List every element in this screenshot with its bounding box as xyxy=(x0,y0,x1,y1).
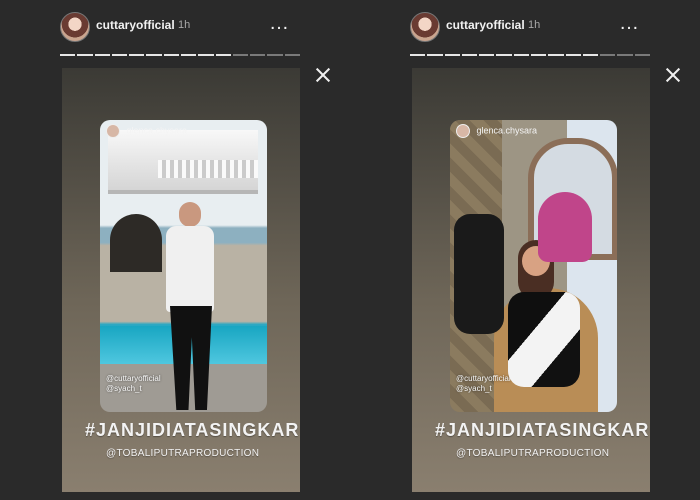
source-user-tag[interactable]: glenca.chysara xyxy=(456,124,537,138)
progress-segment xyxy=(94,54,110,56)
photo-tags: @cuttaryofficial @syach_t xyxy=(106,374,161,394)
progress-segment xyxy=(129,54,145,56)
profile-avatar[interactable] xyxy=(60,12,90,42)
story-content[interactable]: glenca.chysara @cuttaryofficial @syach_t… xyxy=(62,68,300,492)
mini-avatar xyxy=(456,124,470,138)
tag-2[interactable]: @syach_t xyxy=(456,384,511,394)
reposted-photo: glenca.chysara @cuttaryofficial @syach_t xyxy=(100,120,267,412)
close-icon[interactable] xyxy=(664,66,682,84)
progress-segment xyxy=(146,54,162,56)
man-head xyxy=(179,202,201,227)
progress-segment xyxy=(582,54,599,56)
progress-segment xyxy=(215,54,231,56)
progress-segment xyxy=(513,54,529,56)
progress-segment xyxy=(600,54,616,56)
progress-segment xyxy=(180,54,197,56)
close-icon[interactable] xyxy=(314,66,332,84)
progress-segment xyxy=(634,54,650,56)
progress-segment xyxy=(77,54,93,56)
progress-segment xyxy=(427,54,443,56)
progress-segment xyxy=(111,54,128,56)
post-time: 1h xyxy=(178,19,191,31)
story-panel-right: cuttaryofficial 1h … glenca.chysara @cut… xyxy=(350,0,700,500)
more-options-icon[interactable]: … xyxy=(269,13,290,33)
progress-segment xyxy=(250,54,266,56)
progress-segment xyxy=(461,54,478,56)
progress-segment xyxy=(198,54,214,56)
story-panel-left: cuttaryofficial 1h … glenca.chysara @cut… xyxy=(0,0,350,500)
story-hashtag[interactable]: #JANJIDIATASINGKAR xyxy=(435,420,648,441)
progress-segment xyxy=(565,54,581,56)
story-header: cuttaryofficial 1h … xyxy=(410,12,652,44)
progress-segment xyxy=(60,54,76,56)
progress-segment xyxy=(410,54,426,56)
progress-segment xyxy=(479,54,495,56)
tag-1[interactable]: @cuttaryofficial xyxy=(456,374,511,384)
woman-hijab xyxy=(538,192,592,262)
man-shirt xyxy=(166,226,214,312)
progress-segment xyxy=(284,54,300,56)
stylist xyxy=(454,214,504,334)
tag-1[interactable]: @cuttaryofficial xyxy=(106,374,161,384)
story-progress-bar xyxy=(60,54,300,56)
more-options-icon[interactable]: … xyxy=(619,13,640,33)
photo-tags: @cuttaryofficial @syach_t xyxy=(456,374,511,394)
story-content[interactable]: glenca.chysara @cuttaryofficial @syach_t… xyxy=(412,68,650,492)
woman-dress xyxy=(508,292,580,387)
story-header: cuttaryofficial 1h … xyxy=(60,12,302,44)
progress-segment xyxy=(444,54,460,56)
tag-2[interactable]: @syach_t xyxy=(106,384,161,394)
progress-segment xyxy=(496,54,512,56)
production-mention[interactable]: @TOBALIPUTRAPRODUCTION xyxy=(106,448,259,459)
production-mention[interactable]: @TOBALIPUTRAPRODUCTION xyxy=(456,448,609,459)
username[interactable]: cuttaryofficial xyxy=(96,18,175,32)
profile-avatar[interactable] xyxy=(410,12,440,42)
story-progress-bar xyxy=(410,54,650,56)
source-user-tag[interactable]: glenca.chysara xyxy=(106,124,187,138)
post-time: 1h xyxy=(528,19,541,31)
progress-segment xyxy=(530,54,547,56)
archway xyxy=(110,214,162,272)
progress-segment xyxy=(232,54,249,56)
progress-segment xyxy=(267,54,283,56)
balcony-railing xyxy=(158,160,258,178)
username[interactable]: cuttaryofficial xyxy=(446,18,525,32)
progress-segment xyxy=(617,54,633,56)
reposted-photo: glenca.chysara @cuttaryofficial @syach_t xyxy=(450,120,617,412)
progress-segment xyxy=(548,54,564,56)
story-hashtag[interactable]: #JANJIDIATASINGKAR xyxy=(85,420,298,441)
source-username: glenca.chysara xyxy=(476,125,538,136)
progress-segment xyxy=(163,54,179,56)
source-username: glenca.chysara xyxy=(126,125,188,136)
mini-avatar xyxy=(106,124,120,138)
